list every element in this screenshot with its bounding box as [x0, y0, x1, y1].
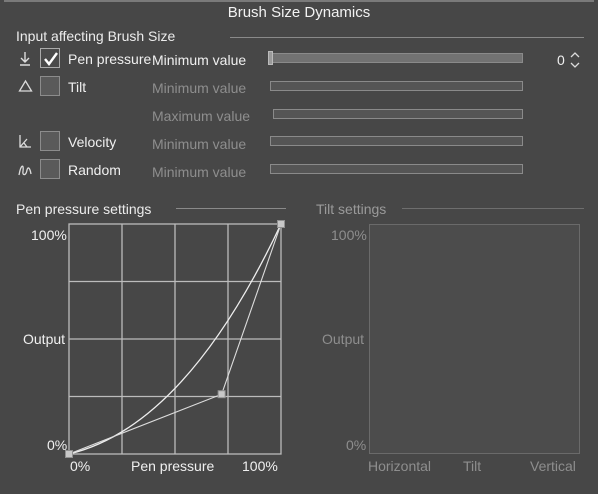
pen-graph-y-mid: Output	[23, 331, 66, 347]
input-section-rule	[230, 37, 584, 38]
velocity-min-slider[interactable]	[270, 136, 523, 146]
tilt-graph-y-mid: Output	[322, 331, 365, 347]
input-section-heading: Input affecting Brush Size	[16, 28, 176, 44]
random-icon	[17, 162, 33, 177]
pen-pressure-settings-heading: Pen pressure settings	[16, 201, 152, 217]
pen-pressure-min-label: Minimum value	[152, 52, 247, 68]
pen-pressure-label: Pen pressure	[68, 51, 152, 67]
random-label: Random	[68, 162, 121, 178]
tilt-max-slider[interactable]	[273, 109, 523, 119]
velocity-label: Velocity	[68, 134, 117, 150]
spinner-icon[interactable]	[569, 51, 581, 69]
random-checkbox[interactable]	[40, 159, 60, 179]
pen-graph-y-top: 100%	[31, 227, 67, 243]
window-top-border	[4, 0, 594, 2]
curve-control-point[interactable]	[277, 220, 285, 228]
pen-pressure-min-value[interactable]: 0	[557, 52, 565, 68]
random-min-label: Minimum value	[152, 164, 247, 180]
pen-pressure-checkbox[interactable]	[40, 48, 60, 68]
tilt-min-label: Minimum value	[152, 80, 247, 96]
curve-control-point[interactable]	[65, 450, 73, 458]
tilt-icon	[18, 79, 33, 93]
tilt-settings-heading: Tilt settings	[316, 201, 387, 217]
tilt-graph-x-mid: Tilt	[463, 458, 482, 474]
pen-pressure-curve-graph[interactable]	[65, 220, 287, 460]
tilt-max-label: Maximum value	[152, 108, 251, 124]
tilt-settings-rule	[402, 208, 584, 209]
tilt-checkbox[interactable]	[40, 76, 60, 96]
random-min-slider[interactable]	[270, 164, 523, 174]
pen-pressure-min-slider-thumb[interactable]	[268, 51, 273, 65]
tilt-graph-y-top: 100%	[331, 227, 367, 243]
tilt-min-slider[interactable]	[270, 81, 523, 91]
pen-pressure-min-slider[interactable]	[270, 53, 523, 63]
tilt-graph-y-bottom: 0%	[346, 437, 367, 453]
pen-graph-x-mid: Pen pressure	[131, 458, 215, 474]
tilt-label: Tilt	[68, 79, 87, 95]
pen-graph-x-right: 100%	[242, 458, 278, 474]
pen-graph-x-left: 0%	[70, 458, 91, 474]
pen-pressure-settings-rule	[176, 208, 286, 209]
tilt-graph-x-left: Horizontal	[368, 458, 432, 474]
pen-pressure-icon	[18, 51, 32, 67]
velocity-min-label: Minimum value	[152, 136, 247, 152]
velocity-checkbox[interactable]	[40, 131, 60, 151]
window-title: Brush Size Dynamics	[227, 4, 371, 21]
velocity-icon	[17, 134, 33, 149]
tilt-curve-graph	[369, 224, 580, 454]
tilt-graph-x-right: Vertical	[530, 458, 576, 474]
curve-control-point[interactable]	[217, 390, 226, 399]
